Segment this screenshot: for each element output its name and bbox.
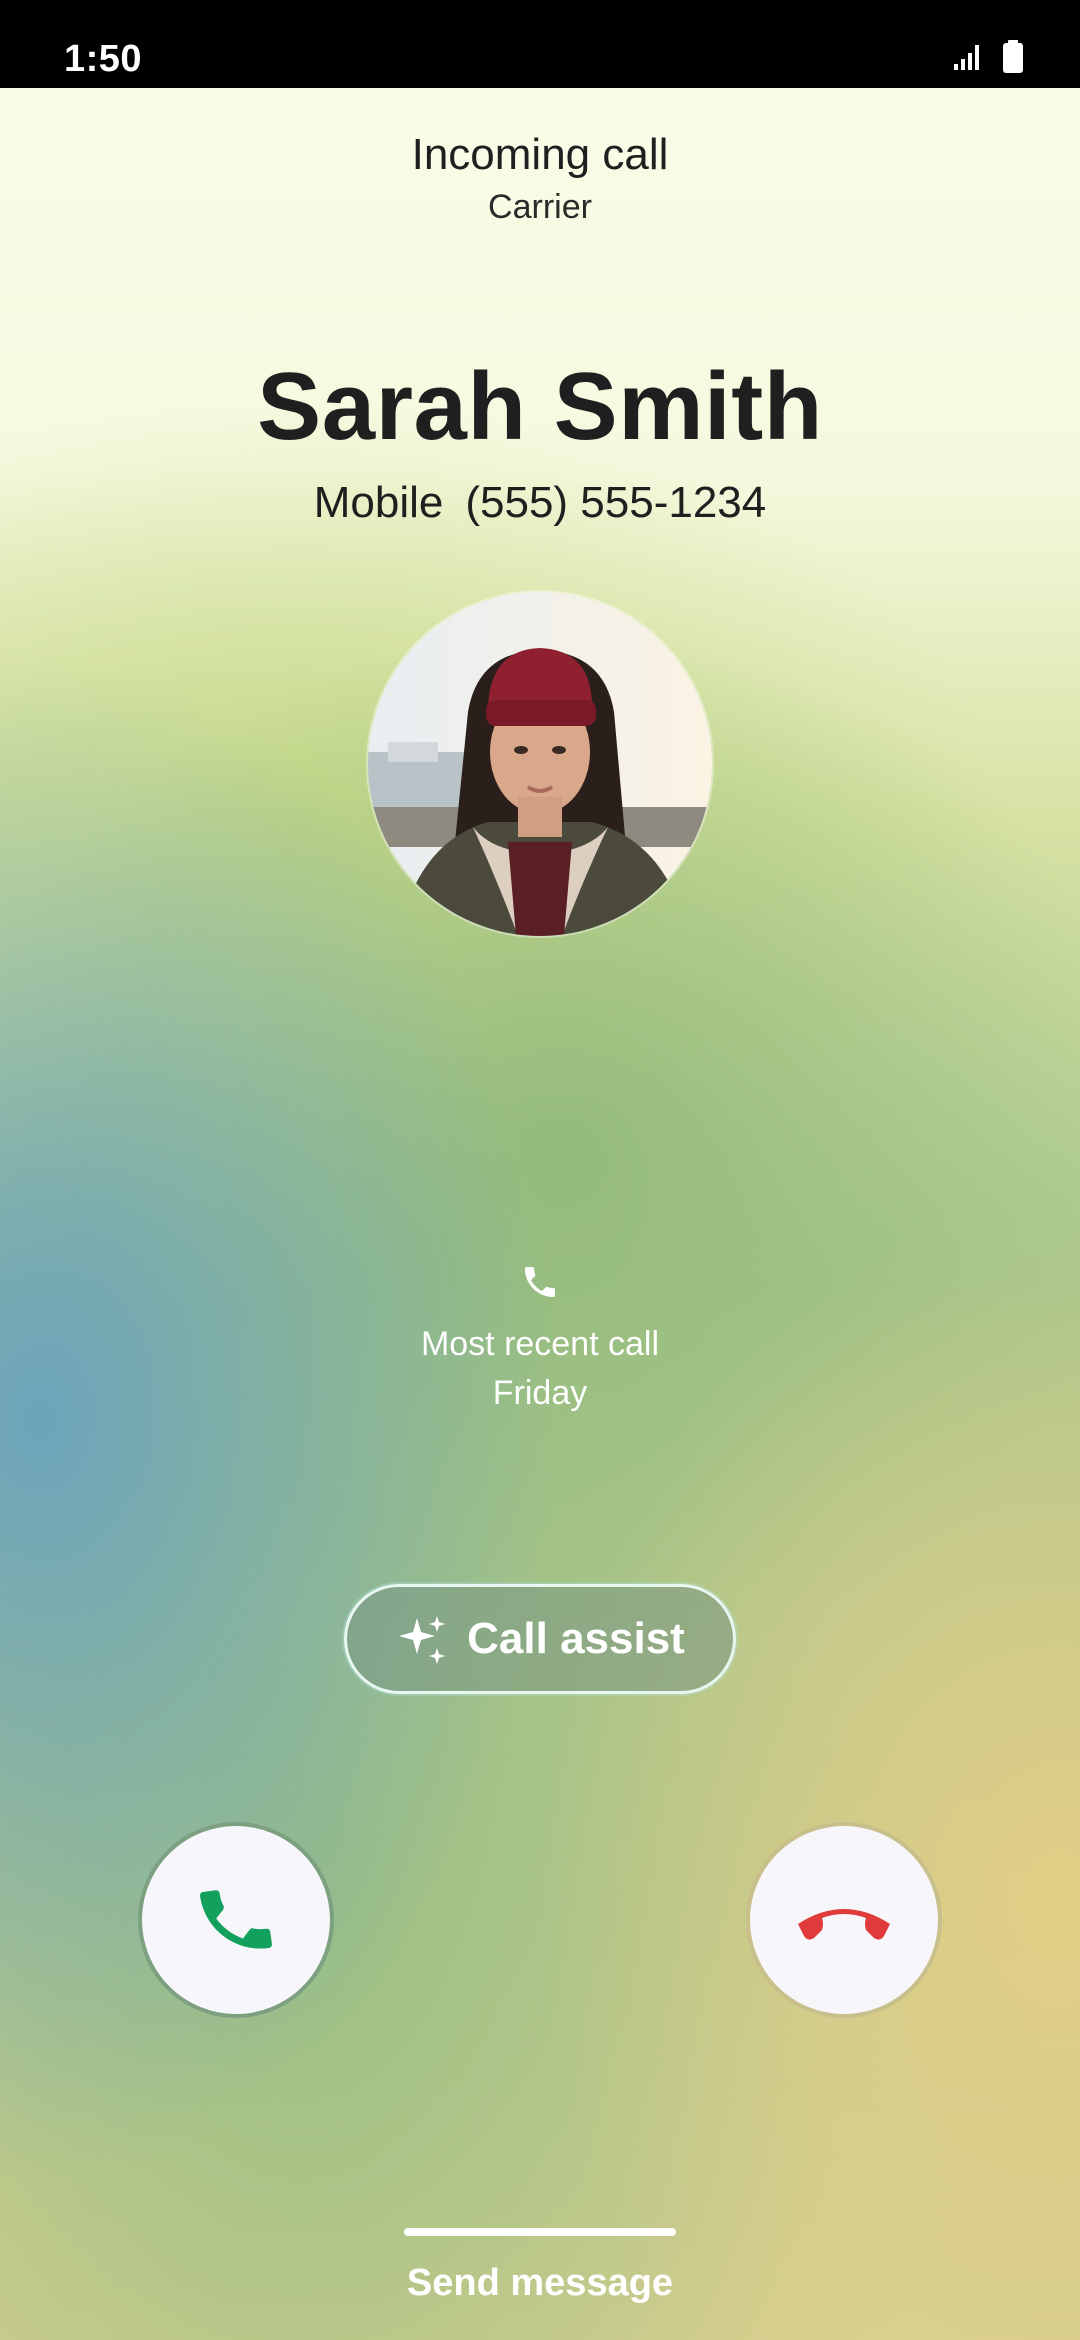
- send-message-button[interactable]: Send message: [0, 2262, 1080, 2305]
- battery-icon: [1003, 40, 1023, 73]
- carrier-label: Carrier: [488, 188, 592, 226]
- recent-call-day: Friday: [492, 1374, 588, 1412]
- decline-call-button[interactable]: [746, 1822, 942, 2018]
- status-time: 1:50: [64, 38, 143, 80]
- gesture-handle[interactable]: [404, 2228, 676, 2236]
- phone-icon: [525, 1267, 555, 1297]
- gradient-background: [0, 0, 1080, 2340]
- caller-number-row: Mobile (555) 555-1234: [0, 478, 1080, 528]
- incoming-call-title: Incoming call: [411, 130, 669, 179]
- number-type-label: Mobile: [313, 478, 444, 527]
- answer-call-button[interactable]: [138, 1822, 334, 2018]
- phone-number: (555) 555-1234: [465, 478, 767, 527]
- call-header: Incoming call Carrier: [0, 130, 1080, 227]
- incoming-call-screen: 1:50 Incoming call Carrier Sarah Smith M…: [0, 0, 1080, 2340]
- sparkle-icon: [399, 1616, 446, 1664]
- phone-decline-icon: [798, 1909, 890, 1940]
- recent-call-label: Most recent call: [420, 1325, 660, 1363]
- contact-photo: [368, 592, 712, 936]
- status-icons: [952, 40, 1024, 74]
- call-assist-label: Call assist: [467, 1614, 685, 1663]
- caller-name: Sarah Smith: [257, 353, 823, 460]
- call-assist-button[interactable]: Call assist: [344, 1584, 736, 1694]
- phone-answer-icon: [200, 1890, 272, 1949]
- recent-call-info: Most recent call Friday: [0, 1262, 1080, 1413]
- signal-icon: [954, 45, 979, 70]
- status-bar: 1:50: [0, 0, 1080, 88]
